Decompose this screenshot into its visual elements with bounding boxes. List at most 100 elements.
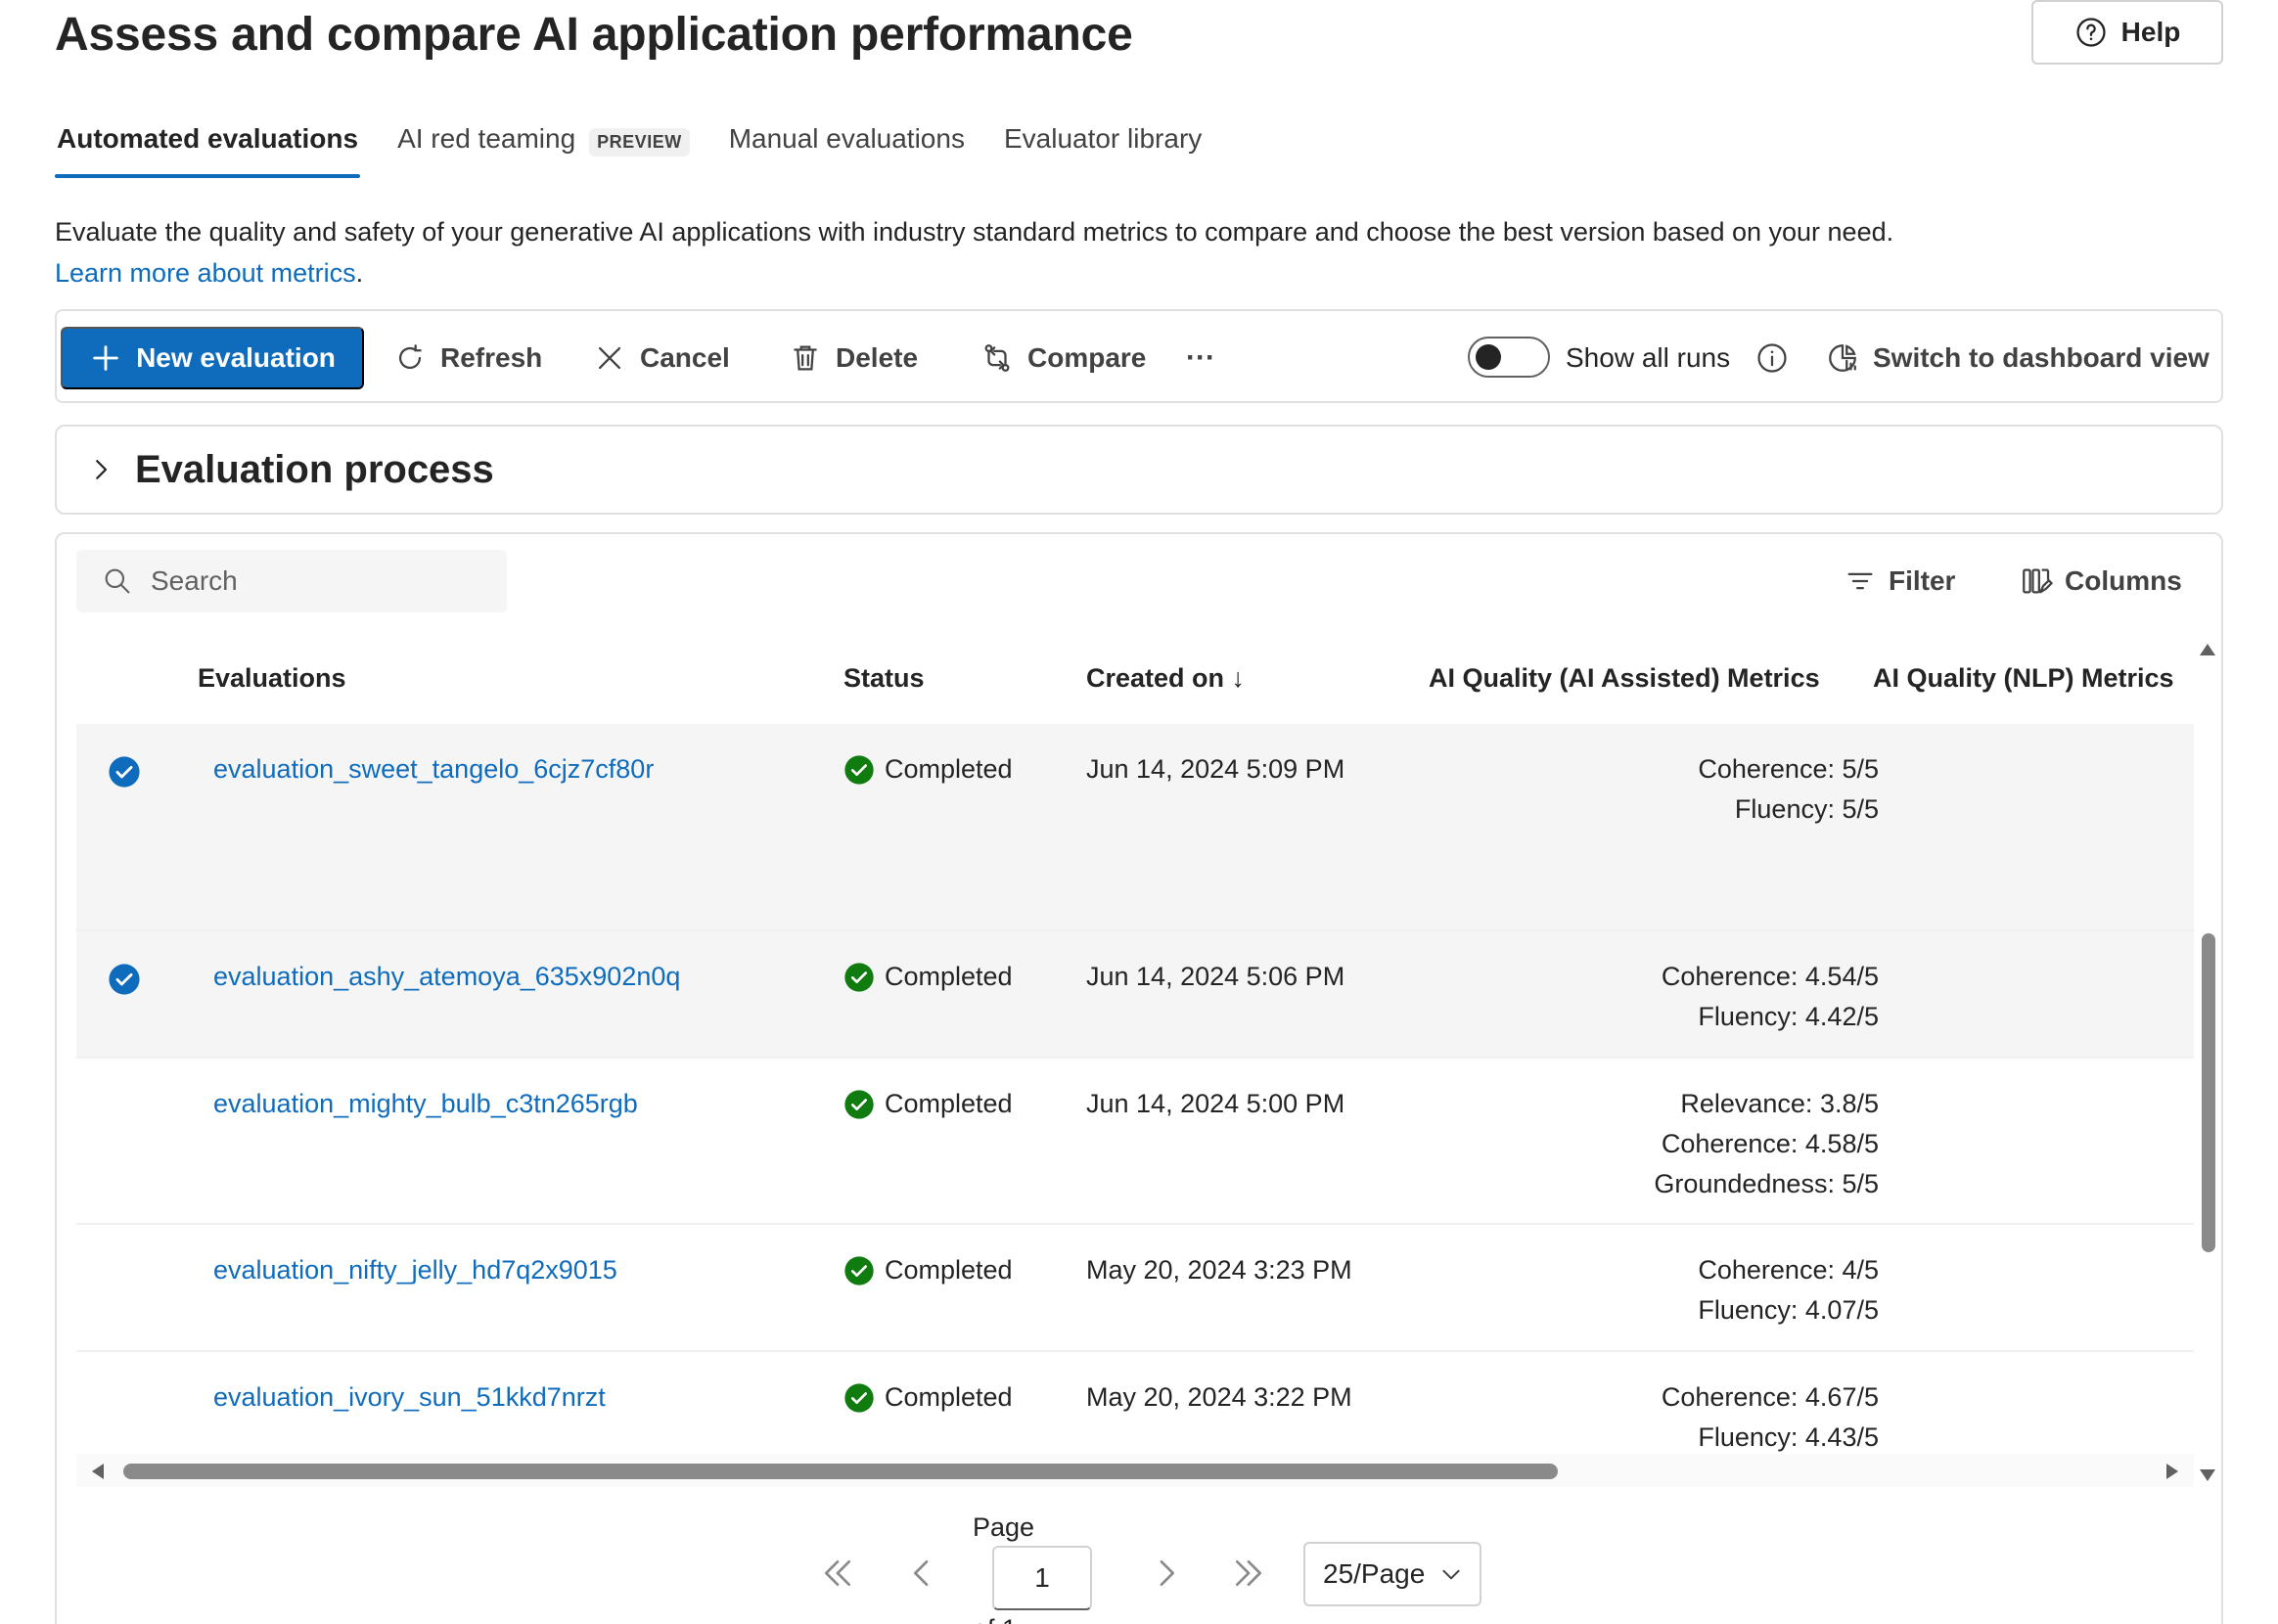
description-text: Evaluate the quality and safety of your … (55, 217, 1894, 247)
metric-value: Fluency: 4.43/5 (1698, 1422, 1879, 1452)
status-text: Completed (885, 962, 1013, 991)
table-row[interactable]: evaluation_sweet_tangelo_6cjz7cf80r Comp… (76, 724, 2194, 931)
page-size-value: 25/Page (1323, 1558, 1426, 1589)
more-actions-button[interactable]: ··· (1186, 327, 1215, 389)
filter-icon (1847, 572, 1873, 590)
scroll-left-arrow-icon[interactable] (90, 1462, 106, 1481)
refresh-button[interactable]: Refresh (393, 327, 542, 389)
refresh-icon (398, 344, 422, 370)
learn-more-link[interactable]: Learn more about metrics (55, 258, 356, 288)
first-page-icon[interactable] (818, 1554, 857, 1593)
question-circle-icon (2076, 18, 2106, 47)
toggle-knob (1476, 344, 1501, 370)
page-description: Evaluate the quality and safety of your … (55, 211, 2208, 293)
scroll-up-arrow-icon[interactable] (2198, 642, 2217, 657)
ai-assisted-metrics-cell: Coherence: 5/5 Fluency: 5/5 (1429, 749, 1879, 830)
compare-label: Compare (1027, 342, 1147, 373)
metric-value: Fluency: 4.42/5 (1698, 1002, 1879, 1031)
checkmark-circle-icon[interactable] (108, 755, 141, 789)
delete-label: Delete (836, 342, 919, 373)
status-cell: Completed (843, 957, 1013, 997)
info-icon[interactable] (1755, 341, 1789, 375)
evaluation-link[interactable]: evaluation_ashy_atemoya_635x902n0q (213, 957, 680, 997)
metric-value: Relevance: 3.8/5 (1680, 1089, 1879, 1118)
column-header-created-on[interactable]: Created on ↓ (1086, 632, 1245, 724)
new-evaluation-label: New evaluation (136, 342, 336, 373)
switch-dashboard-label: Switch to dashboard view (1873, 342, 2210, 373)
created-on-cell: Jun 14, 2024 5:00 PM (1086, 1089, 1345, 1118)
column-header-evaluations[interactable]: Evaluations (198, 632, 346, 724)
checkmark-circle-icon[interactable] (108, 963, 141, 996)
cancel-label: Cancel (640, 342, 730, 373)
evaluation-process-accordion[interactable]: Evaluation process (55, 425, 2223, 515)
created-on-cell: May 20, 2024 3:23 PM (1086, 1255, 1352, 1285)
table-row[interactable]: evaluation_ashy_atemoya_635x902n0q Compl… (76, 931, 2194, 1059)
help-button[interactable]: Help (2031, 0, 2223, 65)
filter-label: Filter (1889, 565, 1956, 596)
evaluation-link[interactable]: evaluation_nifty_jelly_hd7q2x9015 (213, 1250, 617, 1290)
page-size-dropdown[interactable]: 25/Page (1303, 1542, 1481, 1606)
evaluation-link[interactable]: evaluation_sweet_tangelo_6cjz7cf80r (213, 749, 654, 789)
tab-ai-red-teaming[interactable]: AI red teaming PREVIEW (395, 123, 692, 178)
table-header: Evaluations Status Created on ↓ AI Quali… (76, 632, 2194, 724)
metric-value: Coherence: 4.58/5 (1661, 1129, 1879, 1158)
table-row[interactable]: evaluation_nifty_jelly_hd7q2x9015 Comple… (76, 1225, 2194, 1352)
filter-button[interactable]: Filter (1844, 550, 1955, 612)
help-label: Help (2120, 17, 2181, 47)
last-page-icon[interactable] (1229, 1554, 1268, 1593)
column-header-nlp-metrics[interactable]: AI Quality (NLP) Metrics (1873, 632, 2174, 724)
tab-label: Automated evaluations (57, 123, 359, 154)
cancel-button[interactable]: Cancel (593, 327, 730, 389)
metric-value: Coherence: 4.54/5 (1661, 962, 1879, 991)
status-cell: Completed (843, 1084, 1013, 1124)
delete-button[interactable]: Delete (789, 327, 918, 389)
scroll-down-arrow-icon[interactable] (2198, 1467, 2217, 1483)
compare-icon (984, 344, 1010, 372)
horizontal-scroll-thumb[interactable] (123, 1464, 1558, 1479)
compare-button[interactable]: Compare (980, 327, 1146, 389)
show-all-runs-toggle[interactable] (1468, 337, 1550, 378)
switch-dashboard-button[interactable]: Switch to dashboard view (1826, 327, 2210, 389)
success-check-icon (844, 1089, 874, 1119)
more-icon: ··· (1186, 341, 1215, 374)
search-input[interactable] (151, 565, 503, 597)
new-evaluation-button[interactable]: New evaluation (61, 327, 364, 389)
column-header-ai-assisted-metrics[interactable]: AI Quality (AI Assisted) Metrics (1429, 632, 1820, 724)
next-page-icon[interactable] (1147, 1554, 1186, 1593)
ai-assisted-metrics-cell: Coherence: 4.54/5 Fluency: 4.42/5 (1429, 957, 1879, 1037)
evaluations-grid: Filter Columns Evaluations Status Create… (55, 532, 2223, 1624)
vertical-scroll-thumb[interactable] (2202, 933, 2215, 1252)
status-cell: Completed (843, 749, 1013, 789)
horizontal-scrollbar[interactable] (76, 1454, 2194, 1487)
evaluation-link[interactable]: evaluation_mighty_bulb_c3tn265rgb (213, 1084, 638, 1124)
ai-assisted-metrics-cell: Relevance: 3.8/5 Coherence: 4.58/5 Groun… (1429, 1084, 1879, 1204)
scroll-right-arrow-icon[interactable] (2164, 1462, 2180, 1481)
success-check-icon (844, 962, 874, 992)
metric-value: Fluency: 5/5 (1734, 794, 1879, 824)
search-box[interactable] (76, 550, 507, 612)
columns-label: Columns (2065, 565, 2182, 596)
vertical-scrollbar[interactable] (2194, 632, 2221, 1493)
evaluation-link[interactable]: evaluation_ivory_sun_51kkd7nrzt (213, 1377, 606, 1418)
status-text: Completed (885, 754, 1013, 784)
command-bar: New evaluation Refresh Cancel Delete Com… (55, 309, 2223, 403)
previous-page-icon[interactable] (902, 1554, 941, 1593)
tab-label: Manual evaluations (728, 123, 965, 154)
created-on-cell: May 20, 2024 3:22 PM (1086, 1382, 1352, 1412)
preview-badge: PREVIEW (589, 128, 690, 157)
link-suffix: . (355, 258, 364, 288)
tab-automated-evaluations[interactable]: Automated evaluations (55, 123, 361, 178)
trash-icon (794, 345, 817, 371)
tab-label: AI red teaming (397, 123, 576, 154)
columns-button[interactable]: Columns (2020, 550, 2182, 612)
page-number-input[interactable] (992, 1546, 1092, 1610)
tab-evaluator-library[interactable]: Evaluator library (1002, 123, 1204, 178)
table-row[interactable]: evaluation_mighty_bulb_c3tn265rgb Comple… (76, 1059, 2194, 1225)
created-on-cell: Jun 14, 2024 5:06 PM (1086, 962, 1345, 991)
column-header-status[interactable]: Status (843, 632, 925, 724)
tab-label: Evaluator library (1003, 123, 1203, 154)
tab-list: Automated evaluations AI red teaming PREV… (55, 123, 1239, 178)
chevron-down-icon (1442, 1569, 1460, 1580)
ai-assisted-metrics-cell: Coherence: 4/5 Fluency: 4.07/5 (1429, 1250, 1879, 1331)
tab-manual-evaluations[interactable]: Manual evaluations (727, 123, 967, 178)
